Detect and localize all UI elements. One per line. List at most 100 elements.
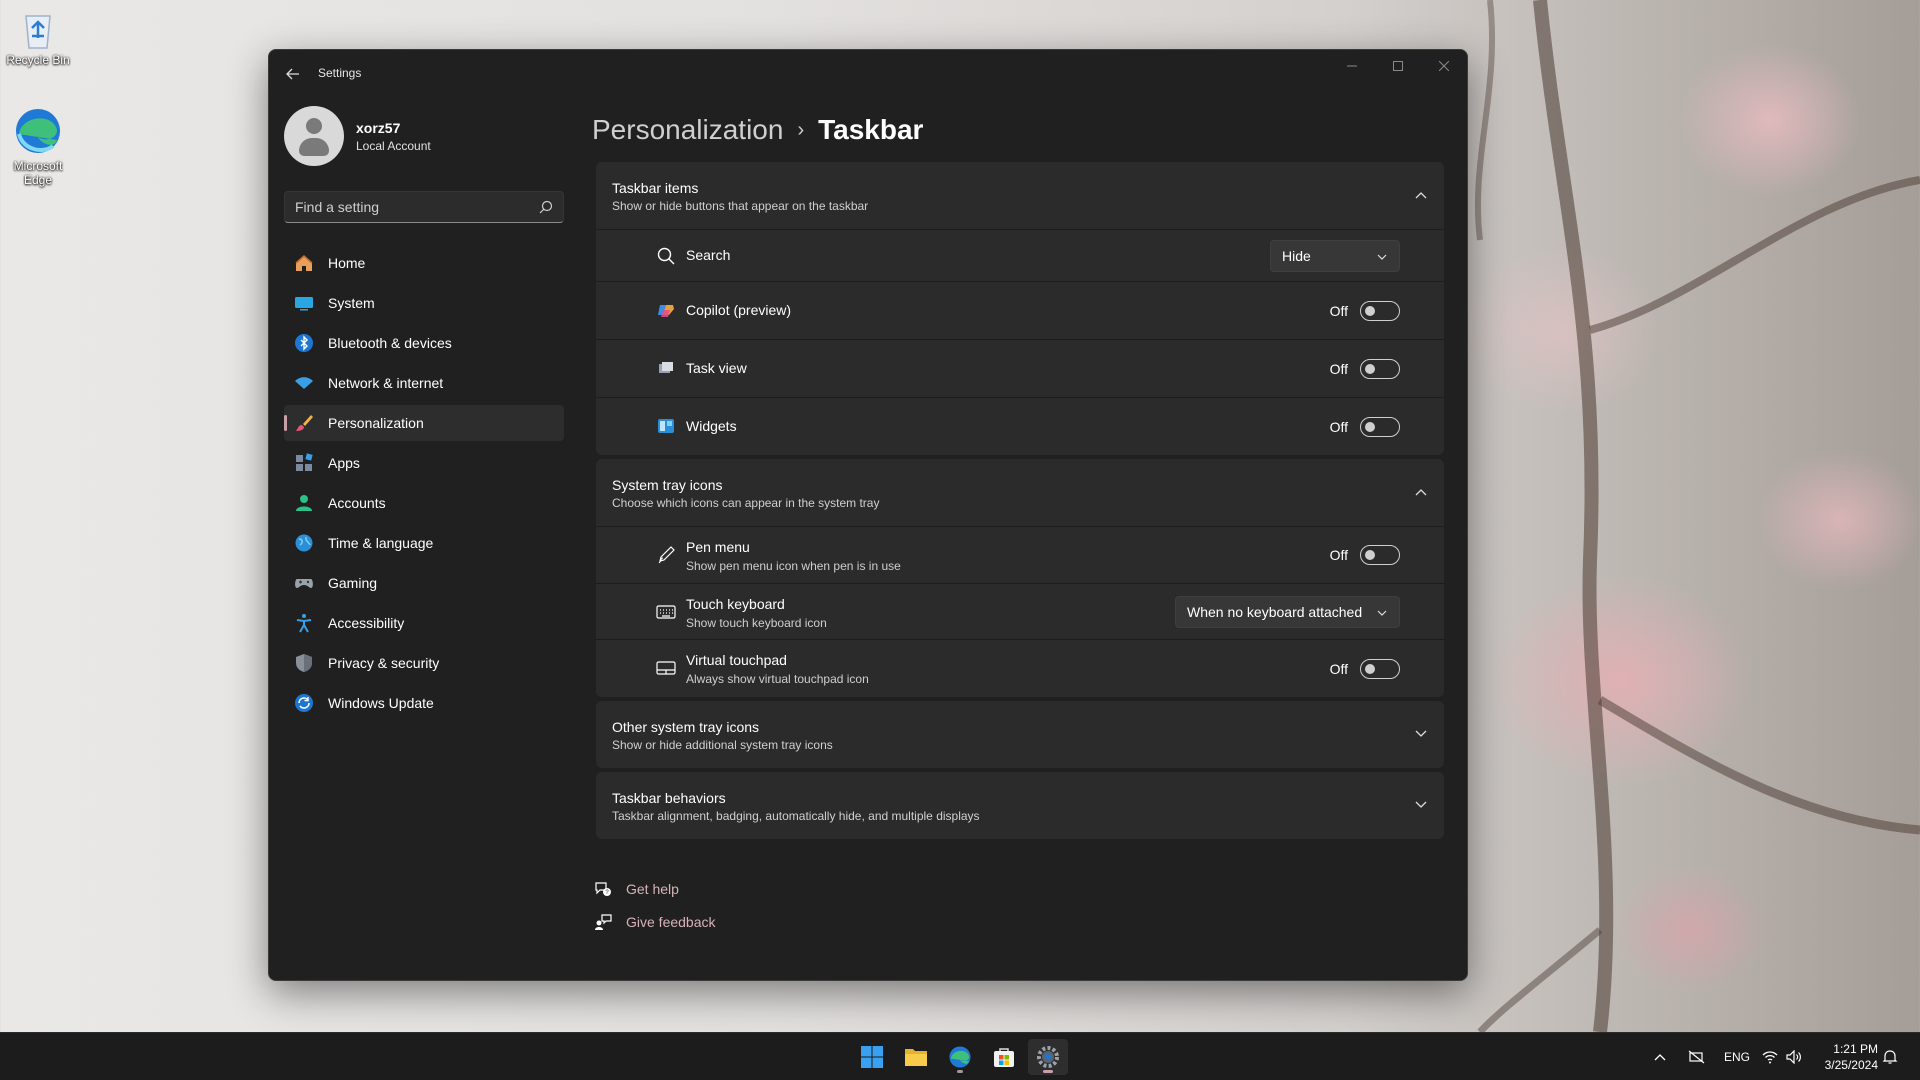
sidebar-item-accessibility[interactable]: Accessibility	[284, 605, 564, 641]
control-area: Off	[1330, 640, 1400, 697]
sidebar-item-label: Apps	[328, 455, 360, 471]
maximize-icon	[1393, 61, 1403, 71]
minimize-button[interactable]	[1329, 50, 1375, 82]
virtual-touchpad-toggle[interactable]	[1360, 658, 1400, 679]
maximize-button[interactable]	[1375, 50, 1421, 82]
taskbar-behaviors-header[interactable]: Taskbar behaviors Taskbar alignment, bad…	[596, 772, 1444, 839]
touch-keyboard-dropdown[interactable]: When no keyboard attached	[1175, 595, 1400, 628]
back-button[interactable]	[279, 60, 307, 88]
close-icon	[1439, 61, 1449, 71]
row-label: Search	[686, 247, 731, 263]
globe-icon	[294, 533, 314, 553]
other-tray-icons-group: Other system tray icons Show or hide add…	[596, 701, 1444, 768]
chevron-down-icon	[1410, 723, 1432, 745]
control-area: Off	[1330, 282, 1400, 339]
sidebar-item-privacy[interactable]: Privacy & security	[284, 645, 564, 681]
sidebar-item-personalization[interactable]: Personalization	[284, 405, 564, 441]
control-area: Off	[1330, 340, 1400, 397]
search-mode-dropdown[interactable]: Hide	[1270, 239, 1400, 272]
user-profile[interactable]: xorz57 Local Account	[284, 106, 584, 170]
profile-account-type: Local Account	[356, 139, 431, 153]
taskbar-behaviors-group: Taskbar behaviors Taskbar alignment, bad…	[596, 772, 1444, 839]
copilot-toggle[interactable]	[1360, 300, 1400, 321]
control-area: When no keyboard attached	[1175, 584, 1400, 639]
sidebar-item-gaming[interactable]: Gaming	[284, 565, 564, 601]
other-tray-icons-header[interactable]: Other system tray icons Show or hide add…	[596, 701, 1444, 768]
system-tray-icons-header[interactable]: System tray icons Choose which icons can…	[596, 459, 1444, 526]
clock-time: 1:21 PM	[1833, 1042, 1878, 1056]
edge-desktop-icon[interactable]: Microsoft Edge	[0, 106, 76, 187]
chevron-down-icon	[1377, 610, 1387, 616]
sidebar-item-bluetooth[interactable]: Bluetooth & devices	[284, 325, 564, 361]
search-input[interactable]	[295, 192, 525, 222]
link-label: Get help	[626, 881, 679, 897]
toggle-state-label: Off	[1329, 360, 1348, 377]
edge-icon	[949, 1046, 971, 1068]
sidebar-item-label: Accessibility	[328, 615, 405, 631]
pen-menu-toggle[interactable]	[1360, 545, 1400, 565]
group-subtitle: Show or hide buttons that appear on the …	[612, 199, 869, 213]
dropdown-value: When no keyboard attached	[1187, 603, 1363, 620]
page-title: Taskbar	[818, 114, 924, 145]
feedback-icon	[595, 914, 612, 930]
edge-label: Microsoft Edge	[13, 159, 63, 187]
chevron-up-icon	[1410, 184, 1432, 206]
chevron-down-icon	[1410, 794, 1432, 816]
network-status-button[interactable]	[1688, 1033, 1706, 1080]
start-button[interactable]	[852, 1039, 892, 1075]
sidebar-item-windows-update[interactable]: Windows Update	[284, 685, 564, 721]
give-feedback-link[interactable]: Give feedback	[594, 909, 716, 935]
start-icon	[861, 1046, 883, 1068]
sidebar-nav: Home System Bluetooth & devices Network …	[284, 245, 564, 725]
notification-button[interactable]	[1882, 1033, 1898, 1080]
system-icon	[294, 293, 314, 313]
link-label: Give feedback	[626, 914, 716, 930]
chevron-up-icon	[1410, 481, 1432, 503]
running-indicator	[1043, 1070, 1053, 1073]
group-subtitle: Taskbar alignment, badging, automaticall…	[612, 809, 980, 823]
taskbar-items-header[interactable]: Taskbar items Show or hide buttons that …	[596, 162, 1444, 229]
task-view-icon	[656, 358, 676, 378]
close-button[interactable]	[1421, 50, 1467, 82]
language-indicator[interactable]: ENG	[1724, 1033, 1750, 1080]
get-help-link[interactable]: ? Get help	[594, 876, 716, 902]
task-view-toggle[interactable]	[1360, 358, 1400, 379]
sidebar-item-time-language[interactable]: Time & language	[284, 525, 564, 561]
store-button[interactable]	[984, 1039, 1024, 1075]
file-explorer-icon	[905, 1049, 927, 1066]
sidebar-item-apps[interactable]: Apps	[284, 445, 564, 481]
search-setting-row: Search Hide	[596, 229, 1444, 281]
edge-taskbar-button[interactable]	[940, 1039, 980, 1075]
brush-icon	[294, 413, 314, 433]
task-view-setting-row: Task view Off	[596, 339, 1444, 397]
recycle-bin-desktop-icon[interactable]: Recycle Bin	[0, 6, 76, 67]
row-label: Copilot (preview)	[686, 302, 792, 318]
controller-icon	[294, 573, 314, 593]
sidebar-item-label: Accounts	[328, 495, 386, 511]
group-title: System tray icons	[612, 477, 723, 493]
quick-settings-button[interactable]	[1762, 1033, 1802, 1080]
breadcrumb-parent[interactable]: Personalization	[592, 114, 783, 146]
clock[interactable]: 1:21 PM 3/25/2024	[1825, 1041, 1878, 1073]
chevron-up-icon	[1654, 1054, 1666, 1061]
title-bar: Settings	[269, 50, 1467, 98]
show-hidden-icons-button[interactable]	[1654, 1033, 1666, 1080]
pen-menu-setting-row: Pen menu Show pen menu icon when pen is …	[596, 526, 1444, 583]
copilot-icon	[656, 300, 676, 320]
notification-bell-icon	[1882, 1050, 1898, 1064]
settings-search-box[interactable]	[284, 191, 564, 223]
settings-window: Settings xorz57 Local Account Home Syste…	[268, 49, 1468, 981]
selection-indicator	[284, 415, 287, 431]
sidebar-item-accounts[interactable]: Accounts	[284, 485, 564, 521]
sidebar-item-home[interactable]: Home	[284, 245, 564, 281]
running-indicator	[957, 1070, 963, 1073]
settings-icon	[1037, 1046, 1059, 1068]
widgets-toggle[interactable]	[1360, 416, 1400, 437]
widgets-icon	[656, 416, 676, 436]
sidebar-item-network[interactable]: Network & internet	[284, 365, 564, 401]
sidebar-item-label: Windows Update	[328, 695, 434, 711]
sidebar-item-system[interactable]: System	[284, 285, 564, 321]
settings-taskbar-button[interactable]	[1028, 1039, 1068, 1075]
bluetooth-icon	[294, 333, 314, 353]
file-explorer-button[interactable]	[896, 1039, 936, 1075]
